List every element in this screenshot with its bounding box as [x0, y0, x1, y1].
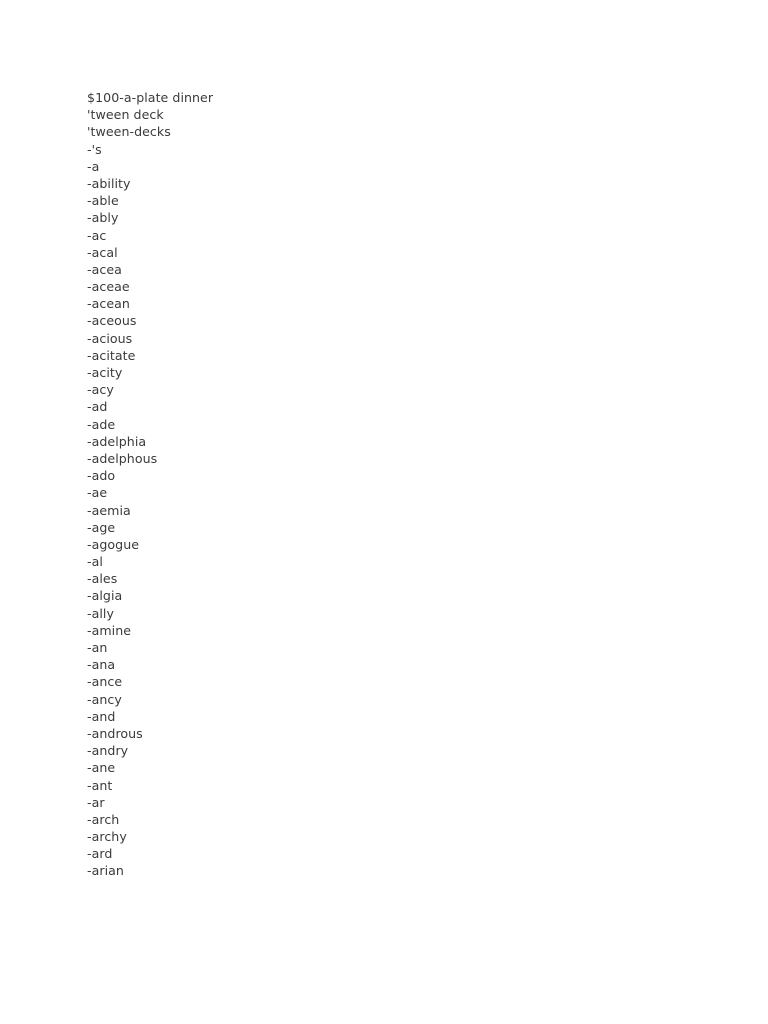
word-entry: -ability: [87, 175, 131, 191]
word-entry: -ard: [87, 846, 113, 862]
word-entry: -adelphous: [87, 450, 158, 466]
word-entry: -ally: [87, 605, 114, 621]
word-entry: -ac: [87, 227, 107, 243]
word-entry: -a: [87, 158, 100, 174]
word-entry: -ant: [87, 777, 113, 793]
word-entry: -ance: [87, 674, 123, 690]
word-entry: -ad: [87, 399, 108, 415]
word-entry: -ably: [87, 210, 119, 226]
word-entry: 'tween-decks: [87, 124, 171, 140]
word-entry: -ado: [87, 468, 116, 484]
word-entry: -arch: [87, 811, 120, 827]
word-entry: -acy: [87, 382, 114, 398]
word-entry: -able: [87, 193, 119, 209]
word-entry: -acean: [87, 296, 130, 312]
word-entry: -acitate: [87, 347, 136, 363]
word-entry: -al: [87, 554, 103, 570]
word-entry: -androus: [87, 725, 143, 741]
word-entry: -aceae: [87, 279, 130, 295]
word-entry: -acea: [87, 261, 122, 277]
word-entry: -ade: [87, 416, 116, 432]
word-entry: -an: [87, 640, 108, 655]
word-entry: -andry: [87, 743, 129, 759]
word-entry: -aceous: [87, 313, 137, 329]
word-entry: -ane: [87, 760, 116, 776]
word-entry-list: $100-a-plate dinner 'tween deck'tween-dec…: [87, 89, 687, 880]
word-entry: 'tween deck: [87, 107, 164, 123]
word-entry: -algia: [87, 588, 123, 604]
word-entry: -agogue: [87, 536, 140, 552]
word-entry: -aemia: [87, 502, 131, 518]
word-entry: -acious: [87, 330, 133, 346]
word-entry: -archy: [87, 829, 127, 845]
word-entry: -amine: [87, 622, 132, 638]
document-page: $100-a-plate dinner 'tween deck'tween-dec…: [0, 0, 768, 1024]
word-entry: -ae: [87, 485, 108, 501]
word-entry: $100-a-plate dinner: [87, 90, 214, 105]
word-entry: -ales: [87, 571, 118, 587]
word-entry: -'s: [87, 141, 102, 157]
word-entry: -age: [87, 519, 116, 535]
word-entry: -ana: [87, 657, 116, 673]
word-entry: -acity: [87, 365, 123, 380]
word-entry: -ar: [87, 794, 105, 810]
word-entry: -acal: [87, 244, 118, 260]
word-entry: -ancy: [87, 691, 122, 707]
word-entry: -arian: [87, 863, 124, 879]
word-entry: -adelphia: [87, 433, 147, 449]
word-entry: -and: [87, 708, 116, 724]
